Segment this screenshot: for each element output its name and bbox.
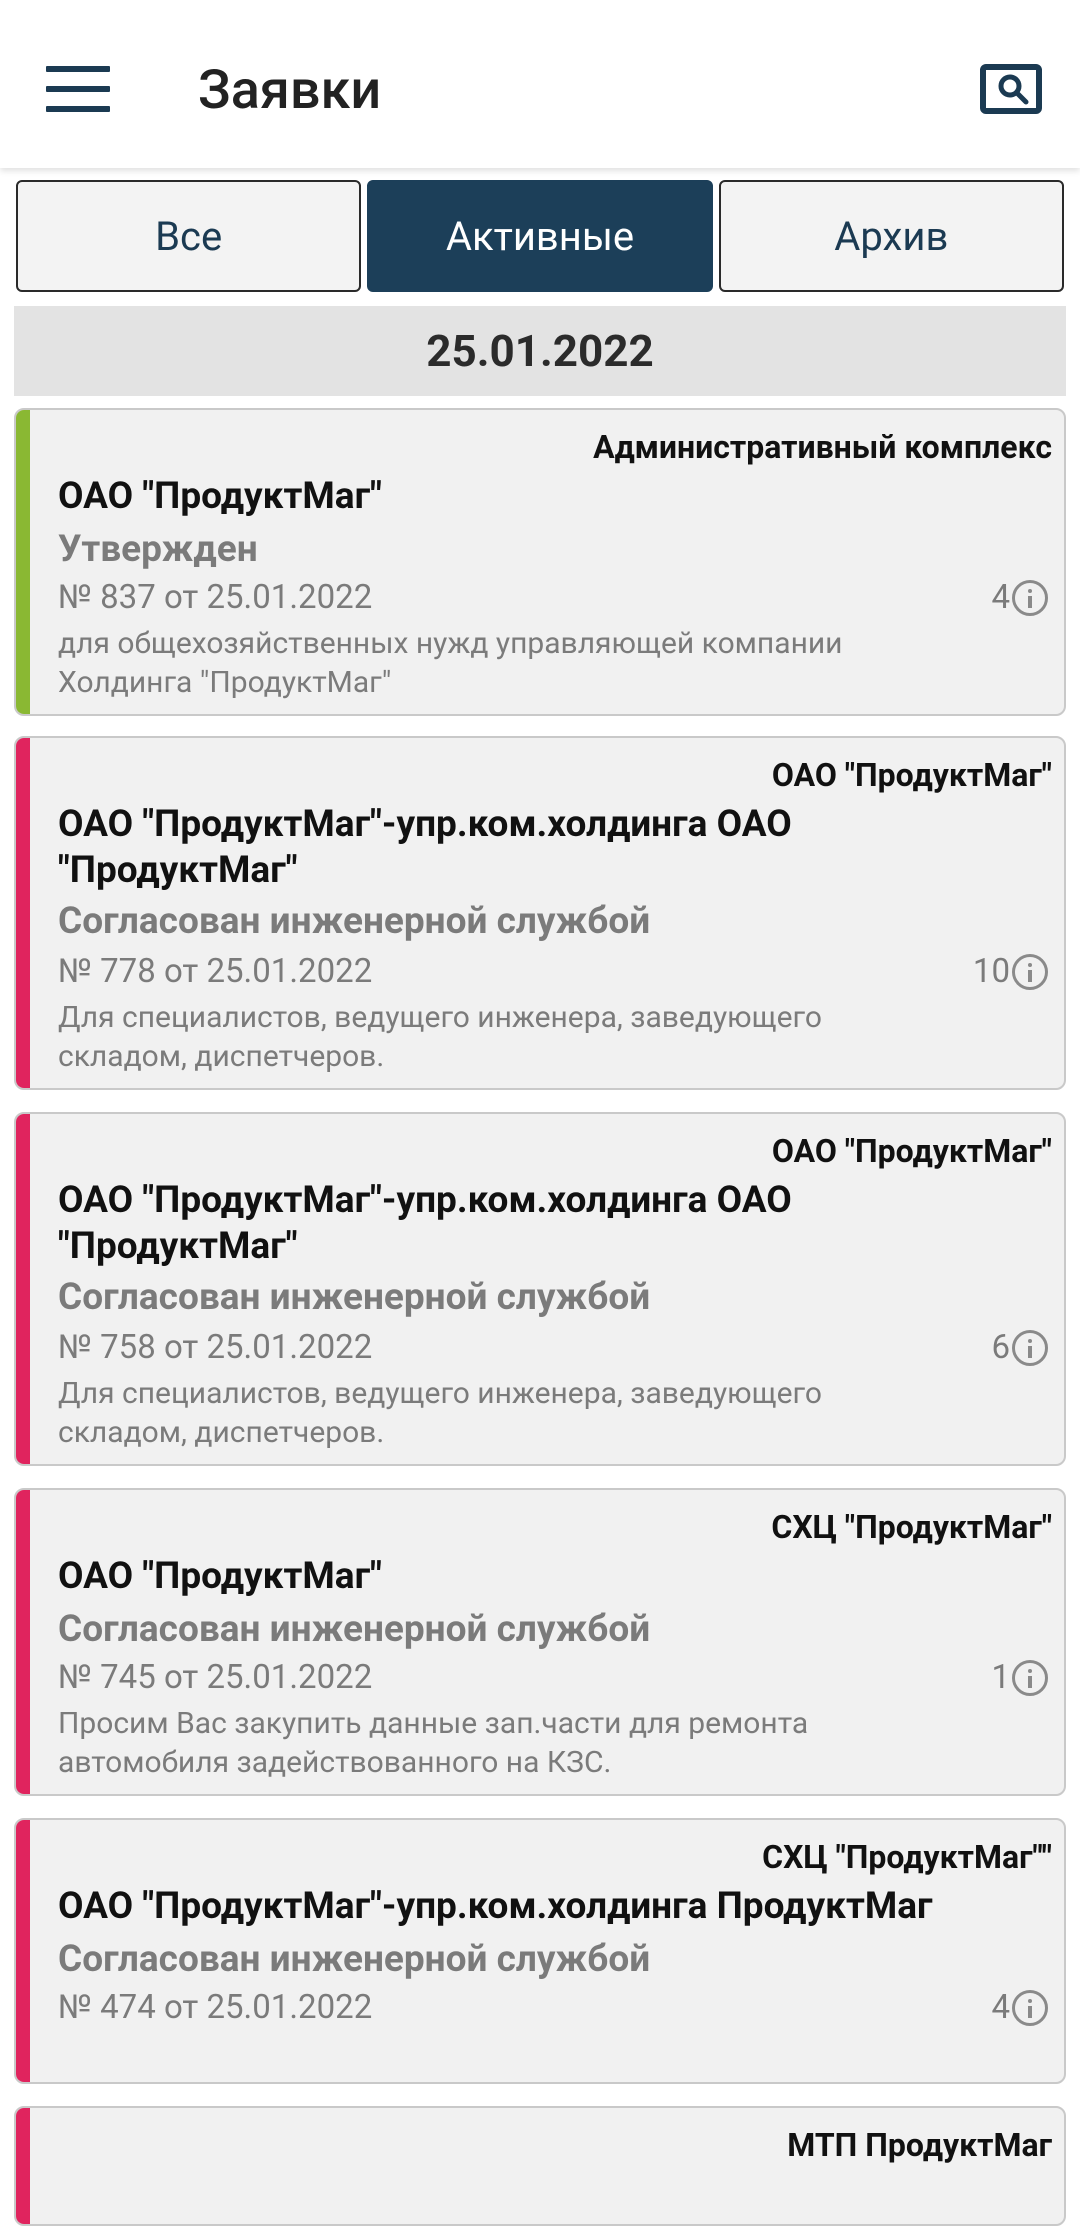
card-name: ОАО "ПродуктМаг"-упр.ком.холдинга Продук… — [58, 1885, 933, 1928]
tab-all[interactable]: Все — [16, 180, 362, 292]
status-stripe — [16, 738, 30, 1088]
info-icon[interactable] — [1012, 953, 1048, 990]
card-organization: Административный комплекс — [593, 428, 1052, 466]
card-name: ОАО "ПродуктМаг" — [58, 475, 382, 518]
search-icon[interactable] — [980, 64, 1042, 114]
card-status: Согласован инженерной службой — [58, 1276, 651, 1319]
info-icon[interactable] — [1012, 1989, 1048, 2026]
info-icon[interactable] — [1012, 1659, 1048, 1696]
card-count[interactable]: 6 — [991, 1328, 1048, 1367]
request-card[interactable]: МТП ПродуктМаг — [14, 2106, 1066, 2226]
card-name: ОАО "ПродуктМаг"-упр.ком.холдинга ОАО "П… — [58, 1179, 792, 1268]
card-description: Для специалистов, ведущего инженера, зав… — [58, 1000, 822, 1074]
request-card[interactable]: ОАО "ПродуктМаг" ОАО "ПродуктМаг"-упр.ко… — [14, 1112, 1066, 1466]
request-card[interactable]: СХЦ "ПродуктМаг"" ОАО "ПродуктМаг"-упр.к… — [14, 1818, 1066, 2084]
card-name: ОАО "ПродуктМаг" — [58, 1555, 382, 1598]
card-status: Согласован инженерной службой — [58, 900, 651, 943]
card-organization: ОАО "ПродуктМаг" — [771, 756, 1052, 794]
status-stripe — [16, 2108, 30, 2224]
card-status: Согласован инженерной службой — [58, 1938, 651, 1981]
status-stripe — [16, 1820, 30, 2082]
tab-archive[interactable]: Архив — [718, 180, 1064, 292]
card-count[interactable]: 4 — [991, 1988, 1048, 2027]
card-number: № 758 от 25.01.2022 — [58, 1328, 373, 1367]
date-group-header: 25.01.2022 — [14, 306, 1066, 396]
info-icon[interactable] — [1012, 1329, 1048, 1366]
page-title: Заявки — [198, 59, 382, 122]
count-value: 1 — [991, 1658, 1010, 1697]
status-stripe — [16, 1490, 30, 1794]
count-value: 4 — [991, 578, 1010, 617]
filter-tabs: Все Активные Архив — [16, 180, 1064, 292]
count-value: 4 — [991, 1988, 1010, 2027]
info-icon[interactable] — [1012, 579, 1048, 616]
tab-active[interactable]: Активные — [367, 180, 713, 292]
count-value: 10 — [972, 952, 1010, 991]
card-description: Для специалистов, ведущего инженера, зав… — [58, 1376, 822, 1450]
card-organization: СХЦ "ПродуктМаг"" — [762, 1838, 1052, 1876]
count-value: 6 — [991, 1328, 1010, 1367]
card-number: № 837 от 25.01.2022 — [58, 578, 373, 617]
status-stripe — [16, 1114, 30, 1464]
status-stripe — [16, 410, 30, 714]
request-card[interactable]: Административный комплекс ОАО "ПродуктМа… — [14, 408, 1066, 716]
card-number: № 474 от 25.01.2022 — [58, 1988, 373, 2027]
card-number: № 778 от 25.01.2022 — [58, 952, 373, 991]
card-count[interactable]: 1 — [991, 1658, 1048, 1697]
card-description: для общехозяйственных нужд управляющей к… — [58, 626, 843, 700]
card-number: № 745 от 25.01.2022 — [58, 1658, 373, 1697]
card-organization: ОАО "ПродуктМаг" — [771, 1132, 1052, 1170]
card-name: ОАО "ПродуктМаг"-упр.ком.холдинга ОАО "П… — [58, 803, 792, 892]
card-organization: СХЦ "ПродуктМаг" — [771, 1508, 1052, 1546]
request-card[interactable]: ОАО "ПродуктМаг" ОАО "ПродуктМаг"-упр.ко… — [14, 736, 1066, 1090]
card-description: Просим Вас закупить данные зап.части для… — [58, 1706, 809, 1780]
card-status: Согласован инженерной службой — [58, 1608, 651, 1651]
menu-icon[interactable] — [46, 66, 110, 112]
request-card[interactable]: СХЦ "ПродуктМаг" ОАО "ПродуктМаг" Соглас… — [14, 1488, 1066, 1796]
card-count[interactable]: 4 — [991, 578, 1048, 617]
card-status: Утвержден — [58, 528, 258, 571]
app-bar: Заявки — [0, 0, 1080, 168]
card-organization: МТП ПродуктМаг — [787, 2126, 1052, 2164]
card-count[interactable]: 10 — [973, 952, 1048, 991]
